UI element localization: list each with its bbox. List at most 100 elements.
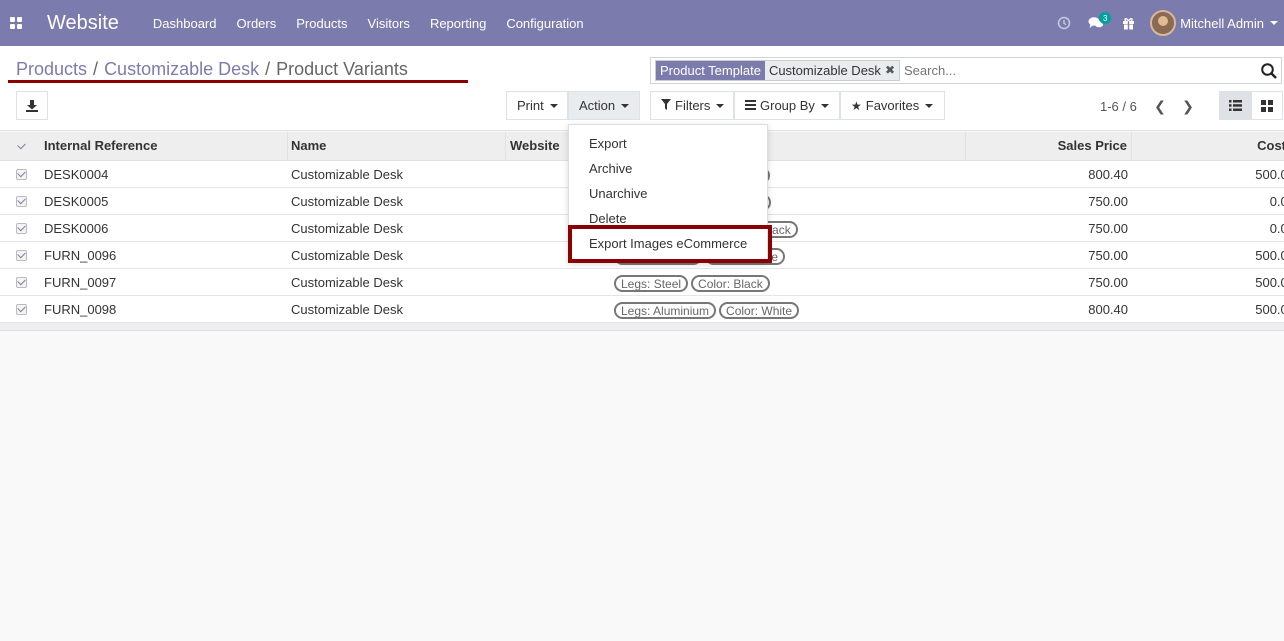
select-all-checkbox[interactable] <box>16 141 27 152</box>
facet-value-text: Customizable Desk <box>768 63 881 78</box>
cell-sales-price: 750.00 <box>1088 221 1128 236</box>
annotation-underline <box>8 80 468 83</box>
facet-value: Customizable Desk ✖ <box>764 61 899 80</box>
cell-sales-price: 800.40 <box>1088 302 1128 317</box>
cell-name: Customizable Desk <box>291 194 403 209</box>
search-bar: Product Template Customizable Desk ✖ <box>650 57 1282 84</box>
cell-cost: 500.00 <box>1255 302 1284 317</box>
group-by-label: Group By <box>760 98 815 113</box>
filters-button[interactable]: Filters <box>650 91 734 120</box>
cell-cost: 0.00 <box>1269 194 1284 209</box>
row-checkbox[interactable] <box>16 169 27 180</box>
cell-sales-price: 800.40 <box>1088 167 1128 182</box>
attribute-tag: Color: Black <box>691 275 770 293</box>
table-footer <box>0 323 1284 331</box>
table-row[interactable]: FURN_0098 Customizable Desk Legs: Aluminiu… <box>0 296 1284 323</box>
column-header-sales-price[interactable]: Sales Price <box>965 132 1132 161</box>
attribute-tag: Color: White <box>719 302 800 320</box>
apps-menu-icon[interactable] <box>0 0 32 46</box>
activity-clock-icon[interactable] <box>1048 0 1080 46</box>
bars-icon <box>745 99 756 113</box>
favorites-button[interactable]: ★ Favorites <box>840 91 945 120</box>
breadcrumb-item-template[interactable]: Customizable Desk <box>104 59 259 80</box>
gift-icon[interactable] <box>1112 0 1144 46</box>
download-icon <box>26 99 38 112</box>
chevron-down-icon <box>925 103 934 108</box>
cell-internal-reference: FURN_0098 <box>44 302 117 317</box>
list-icon <box>1228 100 1242 111</box>
table-row[interactable]: FURN_0097 Customizable Desk Legs: Steel Col… <box>0 269 1284 296</box>
cell-attributes: Legs: Aluminium Color: White <box>614 296 964 323</box>
search-input[interactable] <box>904 63 1281 78</box>
cell-internal-reference: FURN_0097 <box>44 275 117 290</box>
cell-cost: 500.00 <box>1255 167 1284 182</box>
menu-item-unarchive[interactable]: Unarchive <box>569 181 767 206</box>
row-checkbox[interactable] <box>16 304 27 315</box>
column-header-internal-reference[interactable]: Internal Reference <box>40 132 288 161</box>
menu-item-products[interactable]: Products <box>286 16 357 31</box>
cell-cost: 500.00 <box>1255 248 1284 263</box>
breadcrumb-item-current: Product Variants <box>276 59 408 79</box>
pager-value[interactable]: 1-6 / 6 <box>1100 99 1137 114</box>
chevron-right-icon[interactable]: ❯ <box>1178 96 1198 116</box>
attribute-tag: Legs: Aluminium <box>614 302 717 320</box>
cell-attributes: Legs: SteelColor: Black <box>614 269 964 296</box>
search-icon[interactable] <box>1260 62 1278 80</box>
column-header-name[interactable]: Name <box>287 132 506 161</box>
breadcrumb-separator: / <box>265 59 271 79</box>
print-button[interactable]: Print <box>506 91 568 120</box>
breadcrumb-item-products[interactable]: Products <box>16 59 87 80</box>
row-checkbox[interactable] <box>16 223 27 234</box>
menu-item-dashboard[interactable]: Dashboard <box>143 16 227 31</box>
star-icon: ★ <box>851 98 862 113</box>
row-checkbox[interactable] <box>16 277 27 288</box>
grid-icon <box>1261 99 1273 112</box>
print-label: Print <box>517 98 544 113</box>
group-by-button[interactable]: Group By <box>734 91 840 120</box>
main-menu: Dashboard Orders Products Visitors Repor… <box>143 16 594 31</box>
menu-item-orders[interactable]: Orders <box>227 16 287 31</box>
cell-sales-price: 750.00 <box>1088 248 1128 263</box>
cell-name: Customizable Desk <box>291 221 403 236</box>
cell-internal-reference: FURN_0096 <box>44 248 117 263</box>
breadcrumb-separator: / <box>93 59 99 79</box>
cell-name: Customizable Desk <box>291 275 403 290</box>
facet-label: Product Template <box>656 61 765 80</box>
cell-cost: 0.00 <box>1269 221 1284 236</box>
top-navbar: Website Dashboard Orders Products Visito… <box>0 0 1284 46</box>
action-button[interactable]: Action <box>568 91 640 120</box>
cell-internal-reference: DESK0005 <box>44 194 109 209</box>
cell-sales-price: 750.00 <box>1088 275 1128 290</box>
close-icon[interactable]: ✖ <box>885 61 895 80</box>
chevron-down-icon <box>820 103 829 108</box>
menu-item-reporting[interactable]: Reporting <box>420 16 496 31</box>
menu-item-archive[interactable]: Archive <box>569 156 767 181</box>
chevron-down-icon <box>716 103 725 108</box>
annotation-highlight-box <box>568 225 772 263</box>
cell-internal-reference: DESK0006 <box>44 221 109 236</box>
chevron-down-icon <box>549 103 558 108</box>
kanban-view-button[interactable] <box>1251 91 1283 120</box>
list-view-button[interactable] <box>1219 91 1251 120</box>
chevron-down-icon <box>621 103 630 108</box>
attribute-tag: Legs: Steel <box>614 275 689 293</box>
cell-sales-price: 750.00 <box>1088 194 1128 209</box>
cell-cost: 500.00 <box>1255 275 1284 290</box>
download-button[interactable] <box>16 91 48 120</box>
user-menu[interactable]: Mitchell Admin <box>1150 10 1284 36</box>
menu-item-export[interactable]: Export <box>569 131 767 156</box>
chevron-left-icon[interactable]: ❮ <box>1150 96 1170 116</box>
row-checkbox[interactable] <box>16 196 27 207</box>
menu-item-visitors[interactable]: Visitors <box>358 16 420 31</box>
app-name[interactable]: Website <box>47 12 119 35</box>
breadcrumb: Products / Customizable Desk / Product V… <box>16 59 408 80</box>
cell-name: Customizable Desk <box>291 248 403 263</box>
messages-icon[interactable]: 3 <box>1080 0 1112 46</box>
navbar-systray: 3 Mitchell Admin <box>1048 0 1284 46</box>
column-header-cost[interactable]: Cost <box>1132 132 1284 161</box>
action-label: Action <box>579 98 616 113</box>
filters-label: Filters <box>675 98 711 113</box>
row-checkbox[interactable] <box>16 250 27 261</box>
menu-item-configuration[interactable]: Configuration <box>496 16 593 31</box>
cell-name: Customizable Desk <box>291 167 403 182</box>
